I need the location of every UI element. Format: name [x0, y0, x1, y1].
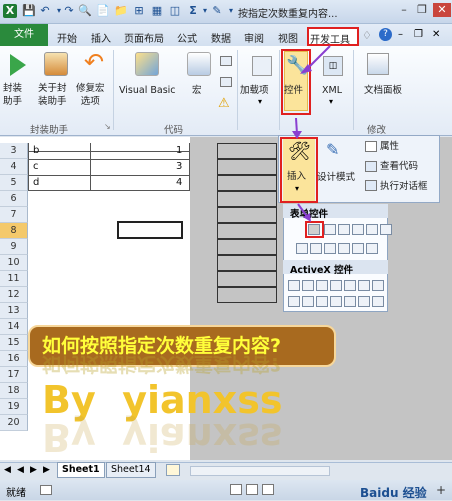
status-ready: 就绪 — [6, 488, 26, 499]
baidu-watermark: Baidu 经验 — [360, 486, 427, 500]
last-sheet-icon[interactable]: ▶ — [43, 465, 50, 475]
sheet-tab-14[interactable]: Sheet14 — [106, 462, 156, 478]
prev-sheet-icon[interactable]: ◀ — [17, 465, 24, 475]
macro-record-status-icon[interactable] — [40, 485, 52, 495]
zoom-in-icon[interactable]: + — [436, 483, 446, 497]
question-reflection: 如何按照指定次数重复内容? — [42, 353, 282, 375]
page-break-view-icon[interactable] — [262, 484, 274, 495]
sheet-tab-1[interactable]: Sheet1 — [57, 462, 105, 478]
insert-sheet-icon[interactable] — [166, 464, 180, 476]
first-sheet-icon[interactable]: ◀ — [4, 465, 11, 475]
page-layout-view-icon[interactable] — [246, 484, 258, 495]
author-reflection: By yianxss — [42, 415, 283, 459]
horizontal-scrollbar[interactable] — [190, 466, 330, 476]
normal-view-icon[interactable] — [230, 484, 242, 495]
next-sheet-icon[interactable]: ▶ — [30, 465, 37, 475]
